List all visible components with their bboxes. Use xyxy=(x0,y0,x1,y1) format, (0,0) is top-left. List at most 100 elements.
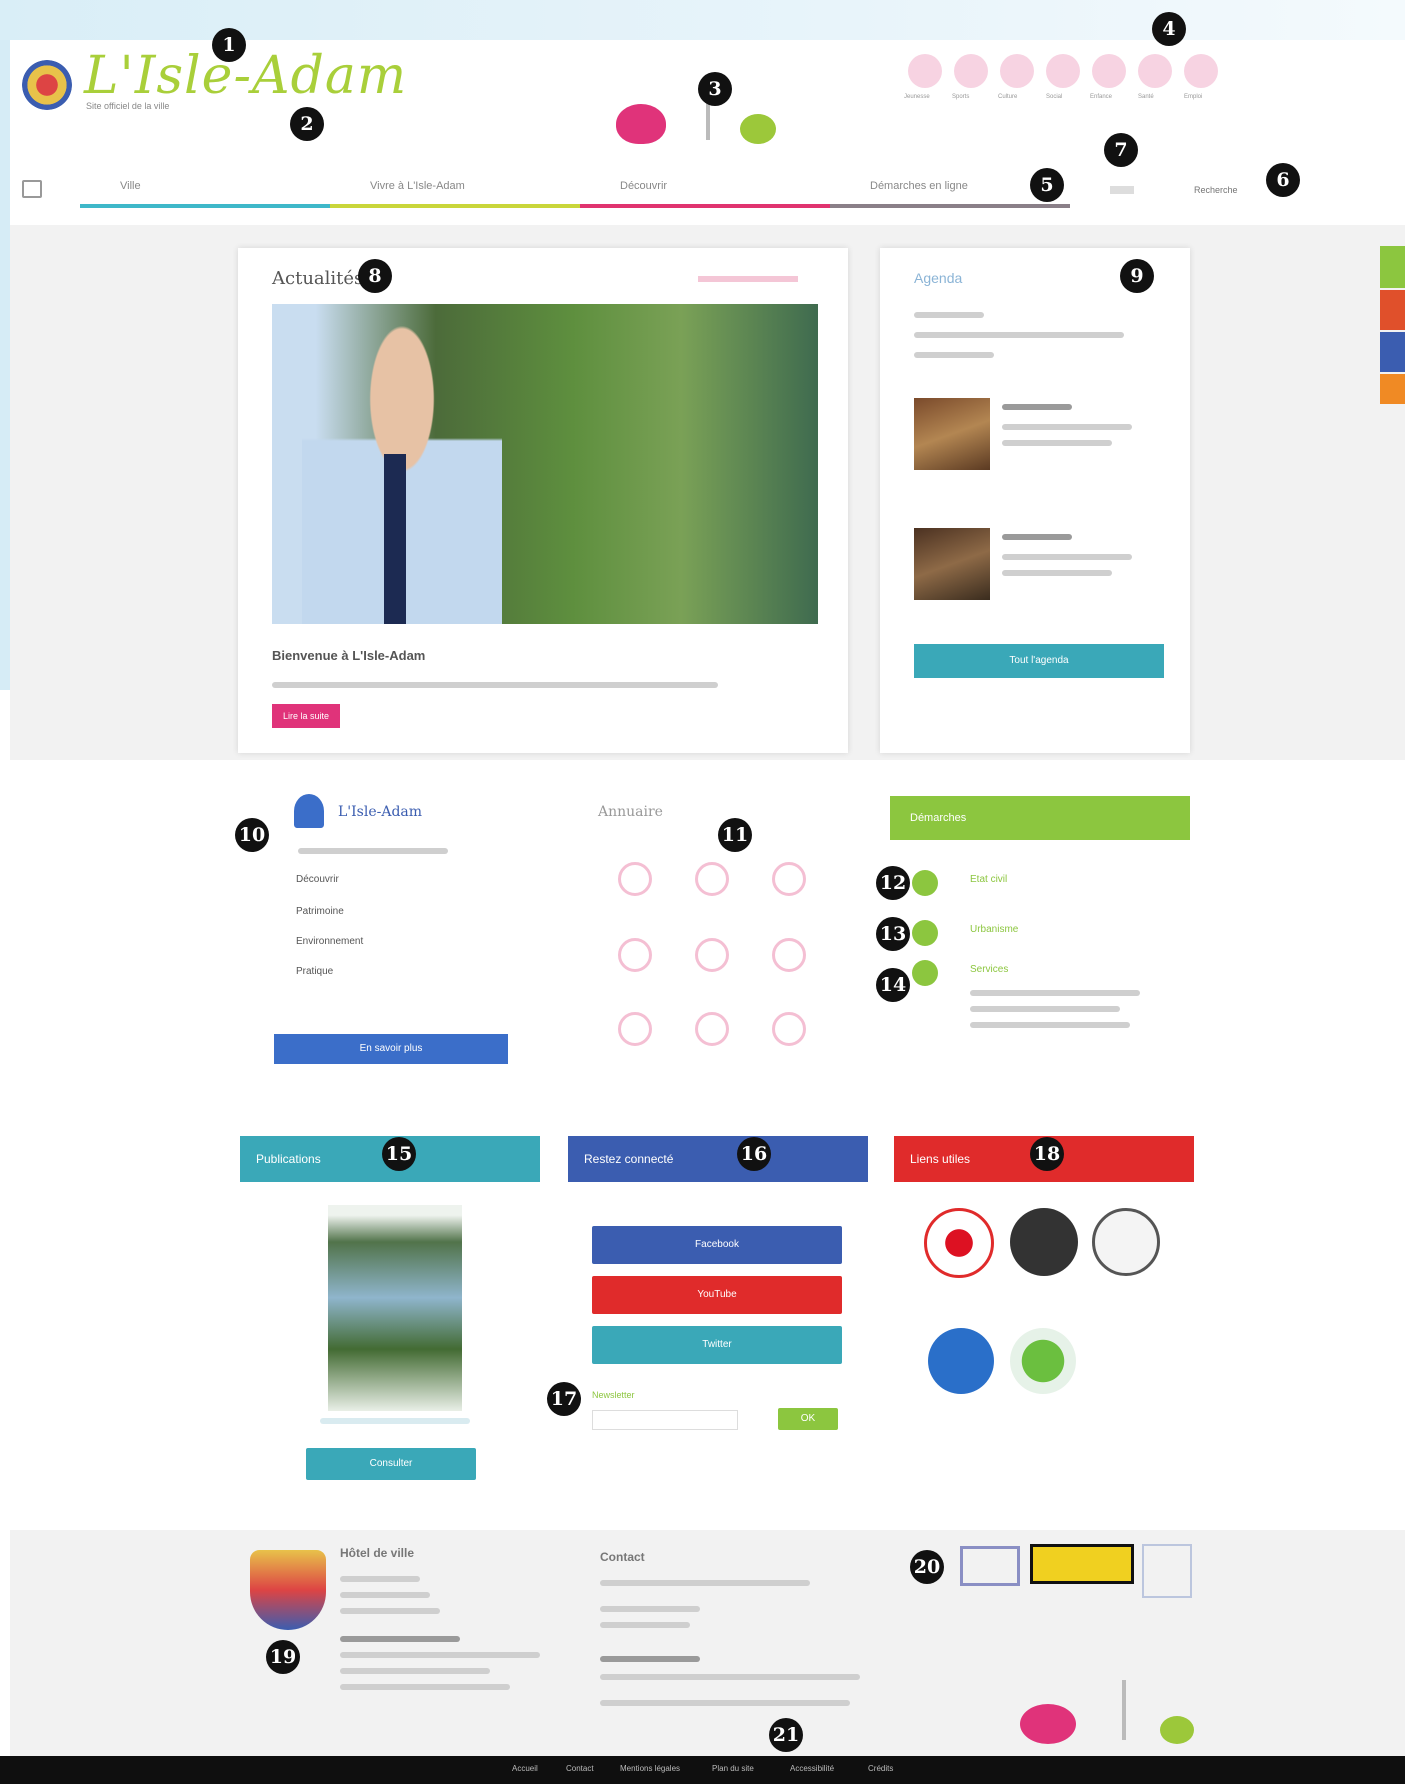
label-badge[interactable] xyxy=(1142,1544,1192,1598)
nav-accent-green xyxy=(330,204,580,208)
callout-marker: 15 xyxy=(382,1137,416,1171)
lisle-adam-button[interactable]: En savoir plus xyxy=(274,1034,508,1064)
agenda-all-button[interactable]: Tout l'agenda xyxy=(914,644,1164,678)
callout-marker: 11 xyxy=(718,818,752,852)
site-title[interactable]: L'Isle-Adam xyxy=(84,46,407,106)
quick-link[interactable] xyxy=(1046,54,1080,88)
quick-link[interactable] xyxy=(954,54,988,88)
agenda-event-desc xyxy=(1002,424,1132,430)
footer-link[interactable]: Accueil xyxy=(512,1764,538,1773)
footer-link[interactable]: Accessibilité xyxy=(790,1764,834,1773)
partner-logo[interactable] xyxy=(928,1328,994,1394)
actualites-more-link[interactable] xyxy=(698,276,798,282)
callout-marker: 17 xyxy=(547,1382,581,1416)
annuaire-category-icon[interactable] xyxy=(772,1012,806,1046)
home-icon[interactable] xyxy=(22,180,42,198)
quick-link-label: Emploi xyxy=(1184,94,1203,100)
agenda-title: Agenda xyxy=(914,270,963,286)
annuaire-category-icon[interactable] xyxy=(772,862,806,896)
quick-link-label: Culture xyxy=(998,94,1018,100)
annuaire-category-icon[interactable] xyxy=(695,1012,729,1046)
partner-logo[interactable] xyxy=(924,1208,994,1278)
annuaire-category-icon[interactable] xyxy=(695,862,729,896)
demarches-item-icon xyxy=(912,920,938,946)
nav-item-vivre[interactable]: Vivre à L'Isle-Adam xyxy=(370,180,465,192)
lisle-adam-link[interactable]: Découvrir xyxy=(296,874,339,885)
demarches-item-link[interactable]: Services xyxy=(970,964,1008,975)
side-tab-red[interactable] xyxy=(1380,290,1405,330)
annuaire-category-icon[interactable] xyxy=(618,862,652,896)
quick-link[interactable] xyxy=(1184,54,1218,88)
demarches-item-icon xyxy=(912,870,938,896)
side-tab-orange[interactable] xyxy=(1380,374,1405,404)
read-more-button[interactable]: Lire la suite xyxy=(272,704,340,728)
nav-item-ville[interactable]: Ville xyxy=(120,180,141,192)
publication-cover[interactable] xyxy=(328,1205,462,1411)
callout-marker: 4 xyxy=(1152,12,1186,46)
footer-text xyxy=(600,1606,700,1612)
nav-item-demarches[interactable]: Démarches en ligne xyxy=(870,180,968,192)
newsletter-label: Newsletter xyxy=(592,1390,635,1400)
footer-text xyxy=(340,1608,440,1614)
callout-marker: 14 xyxy=(876,968,910,1002)
footer-text xyxy=(340,1636,460,1642)
footer-link[interactable]: Crédits xyxy=(868,1764,893,1773)
quick-link[interactable] xyxy=(908,54,942,88)
newsletter-submit-button[interactable]: OK xyxy=(778,1408,838,1430)
featured-photo[interactable] xyxy=(272,304,818,624)
quick-link[interactable] xyxy=(1092,54,1126,88)
accessibility-toggle[interactable] xyxy=(1110,186,1134,194)
actualites-excerpt xyxy=(272,682,718,688)
callout-marker: 12 xyxy=(876,866,910,900)
callout-marker: 18 xyxy=(1030,1137,1064,1171)
twitter-button[interactable]: Twitter xyxy=(592,1326,842,1364)
callout-marker: 3 xyxy=(698,72,732,106)
lisle-adam-link[interactable]: Environnement xyxy=(296,936,363,947)
annuaire-category-icon[interactable] xyxy=(618,1012,652,1046)
label-badge[interactable] xyxy=(1030,1544,1134,1584)
footer-link[interactable]: Contact xyxy=(566,1764,594,1773)
footer-text xyxy=(340,1684,510,1690)
label-badge[interactable] xyxy=(960,1546,1020,1586)
footer-link[interactable]: Mentions légales xyxy=(620,1764,680,1773)
restez-connecte-header[interactable]: Restez connecté xyxy=(568,1136,868,1182)
site-tagline: Site officiel de la ville xyxy=(86,101,170,111)
facebook-button[interactable]: Facebook xyxy=(592,1226,842,1264)
nav-item-decouvrir[interactable]: Découvrir xyxy=(620,180,667,192)
annuaire-category-icon[interactable] xyxy=(695,938,729,972)
actualites-title: Actualités xyxy=(272,268,364,289)
agenda-subtitle xyxy=(914,352,994,358)
actualites-caption: Bienvenue à L'Isle-Adam xyxy=(272,648,426,663)
quick-link-label: Enfance xyxy=(1090,94,1113,100)
quick-link[interactable] xyxy=(1000,54,1034,88)
agenda-event-thumb[interactable] xyxy=(914,398,990,470)
quick-link[interactable] xyxy=(1138,54,1172,88)
callout-marker: 1 xyxy=(212,28,246,62)
lisle-adam-link[interactable]: Pratique xyxy=(296,966,333,977)
demarches-header[interactable]: Démarches xyxy=(890,796,1190,840)
footer-link[interactable]: Plan du site xyxy=(712,1764,754,1773)
side-tab-green[interactable] xyxy=(1380,246,1405,288)
partner-logo[interactable] xyxy=(1010,1208,1078,1276)
pink-tree-icon xyxy=(1020,1704,1076,1744)
nav-accent-grey xyxy=(830,204,1070,208)
callout-marker: 10 xyxy=(235,818,269,852)
footer-crest-logo xyxy=(250,1550,326,1630)
publications-button[interactable]: Consulter xyxy=(306,1448,476,1480)
site-crest-logo[interactable] xyxy=(22,60,72,110)
annuaire-category-icon[interactable] xyxy=(618,938,652,972)
partner-logo[interactable] xyxy=(1092,1208,1160,1276)
side-tab-blue[interactable] xyxy=(1380,332,1405,372)
header-illustration xyxy=(540,70,800,150)
lisle-adam-link[interactable]: Patrimoine xyxy=(296,906,344,917)
partner-logo[interactable] xyxy=(1010,1328,1076,1394)
newsletter-email-input[interactable] xyxy=(592,1410,738,1430)
youtube-button[interactable]: YouTube xyxy=(592,1276,842,1314)
callout-marker: 21 xyxy=(769,1718,803,1752)
demarches-item-link[interactable]: Etat civil xyxy=(970,874,1007,885)
agenda-event-thumb[interactable] xyxy=(914,528,990,600)
demarches-item-link[interactable]: Urbanisme xyxy=(970,924,1018,935)
lisle-adam-title: L'Isle-Adam xyxy=(338,804,423,820)
annuaire-category-icon[interactable] xyxy=(772,938,806,972)
footer-illustration xyxy=(920,1660,1200,1750)
